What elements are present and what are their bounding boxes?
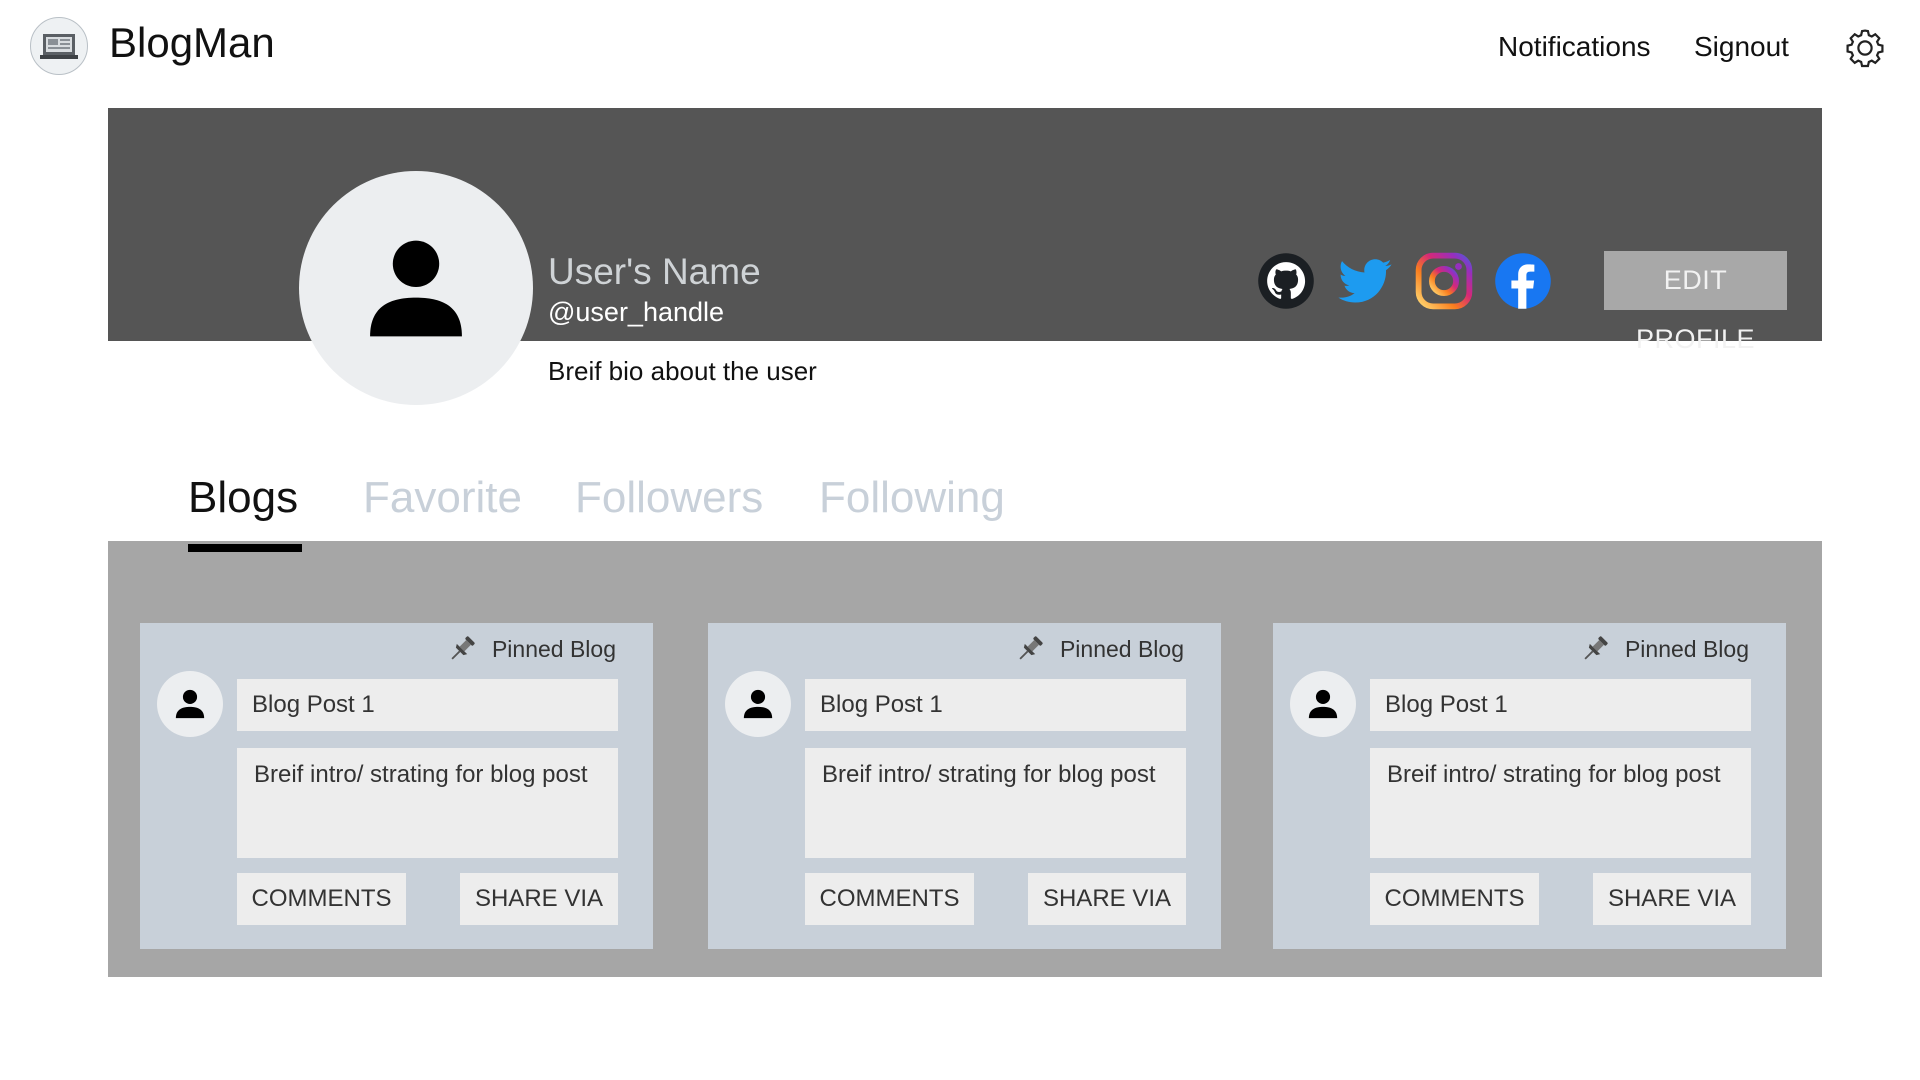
blog-title[interactable]: Blog Post 1 xyxy=(805,679,1186,731)
profile-avatar xyxy=(299,171,533,405)
signout-link[interactable]: Signout xyxy=(1694,30,1789,64)
pushpin-icon xyxy=(451,636,475,660)
blog-intro: Breif intro/ strating for blog post xyxy=(805,748,1186,858)
tab-blogs[interactable]: Blogs xyxy=(188,472,298,524)
laptop-icon xyxy=(40,34,78,59)
tab-following[interactable]: Following xyxy=(819,472,1005,524)
twitter-icon[interactable] xyxy=(1336,252,1394,310)
author-avatar xyxy=(157,671,223,737)
pinned-indicator: Pinned Blog xyxy=(1014,631,1184,667)
user-icon xyxy=(175,689,205,719)
pinned-label: Pinned Blog xyxy=(1059,635,1184,662)
blog-title[interactable]: Blog Post 1 xyxy=(1370,679,1751,731)
instagram-icon[interactable] xyxy=(1415,252,1473,310)
user-bio: Breif bio about the user xyxy=(548,356,817,386)
app-title: BlogMan xyxy=(109,19,275,66)
pinned-label: Pinned Blog xyxy=(491,635,616,662)
facebook-icon[interactable] xyxy=(1494,252,1552,310)
pinned-label: Pinned Blog xyxy=(1624,635,1749,662)
notifications-link[interactable]: Notifications xyxy=(1498,30,1651,64)
tab-followers[interactable]: Followers xyxy=(575,472,763,524)
comments-button[interactable]: COMMENTS xyxy=(805,873,974,925)
blog-card: Pinned Blog Blog Post 1 Breif intro/ str… xyxy=(708,623,1221,949)
blog-title[interactable]: Blog Post 1 xyxy=(237,679,618,731)
github-icon[interactable] xyxy=(1257,252,1315,310)
pinned-indicator: Pinned Blog xyxy=(446,631,616,667)
author-avatar xyxy=(725,671,791,737)
gear-icon[interactable] xyxy=(1843,26,1887,70)
edit-profile-button[interactable]: EDIT PROFILE xyxy=(1604,251,1787,354)
share-via-button[interactable]: SHARE VIA xyxy=(460,873,618,925)
blog-card: Pinned Blog Blog Post 1 Breif intro/ str… xyxy=(140,623,653,949)
comments-button[interactable]: COMMENTS xyxy=(237,873,406,925)
blog-intro: Breif intro/ strating for blog post xyxy=(1370,748,1751,858)
pinned-indicator: Pinned Blog xyxy=(1579,631,1749,667)
comments-button[interactable]: COMMENTS xyxy=(1370,873,1539,925)
pushpin-icon xyxy=(1019,636,1043,660)
user-name: User's Name xyxy=(548,251,761,292)
blog-intro: Breif intro/ strating for blog post xyxy=(237,748,618,858)
active-tab-indicator xyxy=(188,544,302,552)
blog-card: Pinned Blog Blog Post 1 Breif intro/ str… xyxy=(1273,623,1786,949)
app-logo[interactable] xyxy=(30,17,88,75)
author-avatar xyxy=(1290,671,1356,737)
share-via-button[interactable]: SHARE VIA xyxy=(1593,873,1751,925)
share-via-button[interactable]: SHARE VIA xyxy=(1028,873,1186,925)
user-icon xyxy=(1308,689,1338,719)
user-icon xyxy=(743,689,773,719)
user-handle: @user_handle xyxy=(548,297,725,327)
pushpin-icon xyxy=(1584,636,1608,660)
tab-favorite[interactable]: Favorite xyxy=(363,472,522,524)
user-icon xyxy=(370,240,462,337)
